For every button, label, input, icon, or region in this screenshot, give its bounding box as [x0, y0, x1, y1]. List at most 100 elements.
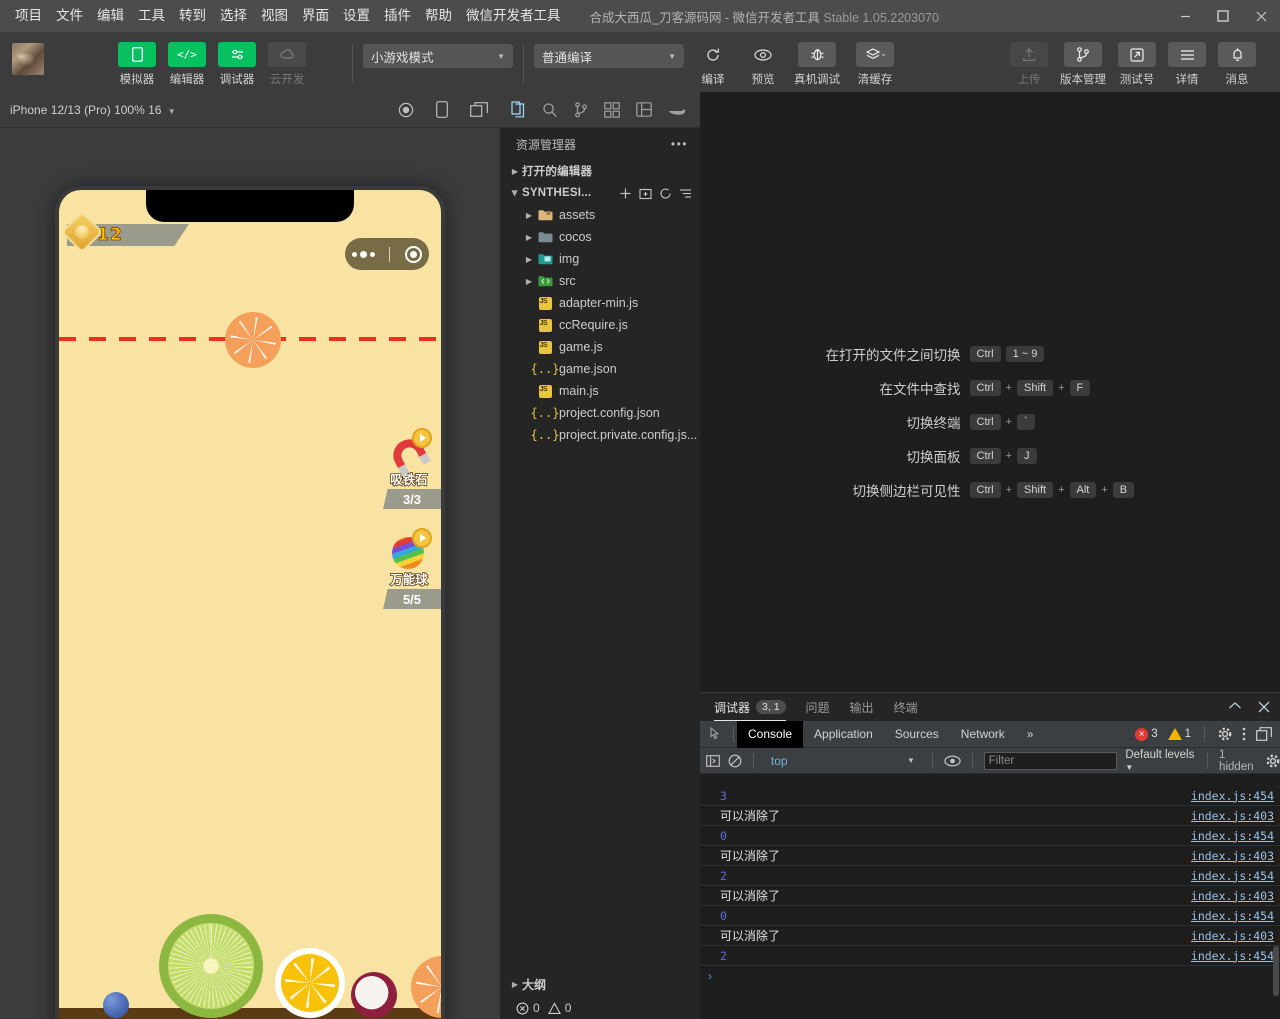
console-log-row[interactable]: 2 index.js:454: [700, 946, 1280, 966]
menu-item-settings[interactable]: 设置: [336, 0, 377, 32]
console-scrollbar[interactable]: [1273, 946, 1279, 996]
log-source-link[interactable]: index.js:454: [1191, 789, 1274, 803]
devtools-tab-sources[interactable]: Sources: [884, 721, 950, 748]
inspect-element-icon[interactable]: [704, 727, 730, 741]
menu-item-tools[interactable]: 工具: [131, 0, 172, 32]
search-icon[interactable]: [542, 102, 558, 118]
console-log-row[interactable]: 可以消除了 index.js:403: [700, 886, 1280, 906]
log-source-link[interactable]: index.js:403: [1191, 889, 1274, 903]
menu-item-view[interactable]: 视图: [254, 0, 295, 32]
upload-button[interactable]: 上传: [1004, 42, 1054, 87]
project-root-section[interactable]: ▶ SYNTHESI...: [500, 182, 700, 204]
menu-item-file[interactable]: 文件: [49, 0, 90, 32]
tree-item-game-js[interactable]: game.js: [500, 336, 700, 358]
tree-item-cocos[interactable]: ▶ cocos: [500, 226, 700, 248]
extensions-icon[interactable]: [604, 101, 620, 118]
new-file-icon[interactable]: [619, 187, 632, 200]
console-log-row[interactable]: 可以消除了 index.js:403: [700, 926, 1280, 946]
docker-icon[interactable]: [668, 104, 686, 116]
log-source-link[interactable]: index.js:403: [1191, 929, 1274, 943]
mode-select[interactable]: 小游戏模式 ▼: [363, 44, 513, 68]
close-button[interactable]: [1242, 0, 1280, 32]
compile-button[interactable]: 编译: [688, 42, 738, 87]
menu-item-project[interactable]: 项目: [8, 0, 49, 32]
console-log-row[interactable]: 0 index.js:454: [700, 906, 1280, 926]
menu-item-goto[interactable]: 转到: [172, 0, 213, 32]
console-sidebar-icon[interactable]: [706, 754, 720, 768]
devtools-tab-overflow[interactable]: »: [1016, 721, 1045, 748]
console-filter-input[interactable]: Filter: [983, 751, 1118, 770]
test-account-button[interactable]: 测试号: [1112, 42, 1162, 87]
tree-item-assets[interactable]: ▶ assets: [500, 204, 700, 226]
collapse-all-icon[interactable]: [679, 187, 692, 200]
error-badge[interactable]: × 3: [1135, 727, 1158, 741]
powerup-magnet[interactable]: 吸铁石 3/3: [377, 428, 441, 509]
debugger-toggle-button[interactable]: 调试器: [212, 42, 262, 87]
compile-select[interactable]: 普通编译 ▼: [534, 44, 684, 68]
tree-item-game-json[interactable]: {..} game.json: [500, 358, 700, 380]
target-icon[interactable]: [404, 245, 422, 263]
menu-item-plugins[interactable]: 插件: [377, 0, 418, 32]
tab-terminal[interactable]: 终端: [894, 693, 918, 721]
console-levels-select[interactable]: Default levels ▼: [1125, 749, 1196, 773]
source-control-icon[interactable]: [574, 101, 588, 118]
preview-button[interactable]: 预览: [738, 42, 788, 87]
simulator-toggle-button[interactable]: 模拟器: [112, 42, 162, 87]
maximize-button[interactable]: [1204, 0, 1242, 32]
powerup-rainbow-ball[interactable]: 万能球 5/5: [377, 528, 441, 609]
tab-debugger[interactable]: 调试器 3, 1: [714, 693, 786, 721]
log-source-link[interactable]: index.js:454: [1191, 829, 1274, 843]
new-folder-icon[interactable]: [639, 187, 652, 200]
tree-item-adapter-min-js[interactable]: adapter-min.js: [500, 292, 700, 314]
chevron-up-icon[interactable]: [1228, 701, 1242, 713]
tree-item-project-config-json[interactable]: {..} project.config.json: [500, 402, 700, 424]
messages-button[interactable]: 消息: [1212, 42, 1262, 87]
devtools-tab-network[interactable]: Network: [950, 721, 1016, 748]
console-context-select[interactable]: top ▼: [765, 754, 921, 768]
record-icon[interactable]: [398, 102, 414, 118]
console-log-list[interactable]: 3 index.js:454 可以消除了 index.js:403 0 inde…: [700, 786, 1280, 1019]
log-source-link[interactable]: index.js:454: [1191, 949, 1274, 963]
editor-toggle-button[interactable]: </> 编辑器: [162, 42, 212, 87]
minimize-button[interactable]: [1166, 0, 1204, 32]
clear-console-icon[interactable]: [728, 754, 742, 768]
avatar[interactable]: [12, 43, 44, 75]
console-log-row[interactable]: 可以消除了 index.js:403: [700, 846, 1280, 866]
files-icon[interactable]: [510, 101, 526, 118]
more-dots-icon[interactable]: [352, 250, 376, 258]
tab-problems[interactable]: 问题: [806, 693, 830, 721]
tree-item-src[interactable]: ▶ src: [500, 270, 700, 292]
menu-item-edit[interactable]: 编辑: [90, 0, 131, 32]
menu-item-ui[interactable]: 界面: [295, 0, 336, 32]
console-log-row[interactable]: 可以消除了 index.js:403: [700, 806, 1280, 826]
log-source-link[interactable]: index.js:454: [1191, 869, 1274, 883]
open-editors-section[interactable]: ▶ 打开的编辑器: [500, 160, 700, 182]
console-prompt[interactable]: ›: [700, 966, 1280, 986]
dock-panel-icon[interactable]: [1256, 727, 1272, 741]
cloud-toggle-button[interactable]: 云开发: [262, 42, 312, 87]
console-log-row[interactable]: 0 index.js:454: [700, 826, 1280, 846]
outline-header[interactable]: ▶ 大纲: [500, 972, 700, 996]
version-control-button[interactable]: 版本管理: [1054, 42, 1112, 87]
menu-item-help[interactable]: 帮助: [418, 0, 459, 32]
menu-item-devtools[interactable]: 微信开发者工具: [459, 0, 568, 32]
gear-icon[interactable]: [1266, 754, 1280, 768]
warning-badge[interactable]: 1: [1167, 728, 1191, 740]
menu-item-select[interactable]: 选择: [213, 0, 254, 32]
multi-window-icon[interactable]: [470, 102, 488, 117]
more-vertical-icon[interactable]: [1242, 727, 1246, 741]
live-expression-icon[interactable]: [944, 755, 961, 767]
console-log-row[interactable]: 2 index.js:454: [700, 866, 1280, 886]
more-horizontal-icon[interactable]: •••: [671, 137, 688, 151]
problems-status[interactable]: 0 0: [500, 996, 700, 1019]
clear-cache-button[interactable]: 清缓存: [846, 42, 904, 87]
log-source-link[interactable]: index.js:403: [1191, 849, 1274, 863]
close-icon[interactable]: [1258, 701, 1270, 713]
devtools-tab-application[interactable]: Application: [803, 721, 884, 748]
refresh-icon[interactable]: [659, 187, 672, 200]
console-log-row[interactable]: 3 index.js:454: [700, 786, 1280, 806]
details-button[interactable]: 详情: [1162, 42, 1212, 87]
tree-item-project-private-config[interactable]: {..} project.private.config.js...: [500, 424, 700, 446]
real-device-debug-button[interactable]: 真机调试: [788, 42, 846, 87]
device-selector[interactable]: iPhone 12/13 (Pro) 100% 16 ▼: [10, 103, 176, 117]
